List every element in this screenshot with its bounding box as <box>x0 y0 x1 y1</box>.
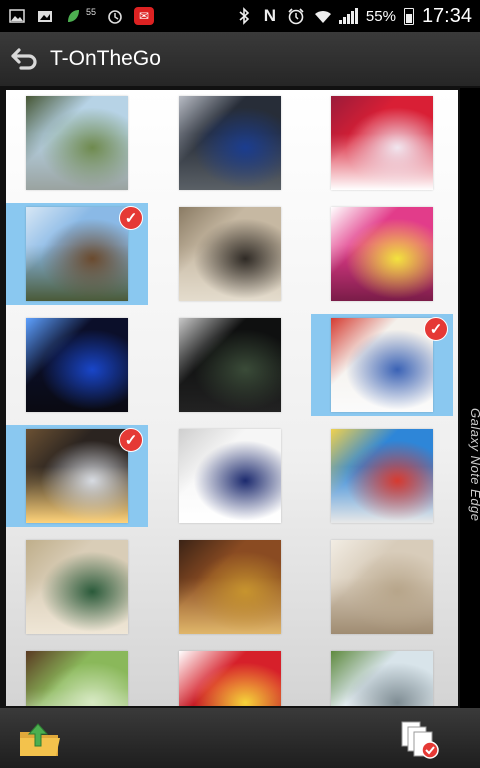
photo-cell-congee-bowl[interactable] <box>6 536 148 638</box>
photo-cell-noodle-soup-bowls[interactable] <box>159 536 301 638</box>
bluetooth-icon <box>235 7 253 25</box>
photo-cell-gundam-curry-pack[interactable] <box>311 425 453 527</box>
photo-thumbnail <box>331 429 433 523</box>
photo-thumbnail <box>331 96 433 190</box>
alarm-clock-icon <box>287 7 305 25</box>
photo-cell-city-skyline[interactable] <box>311 647 453 706</box>
selected-check-icon: ✓ <box>119 428 143 452</box>
battery-percent: 55% <box>365 7 396 25</box>
photo-thumbnail <box>179 318 281 412</box>
photo-thumbnail <box>179 207 281 301</box>
photo-thumbnail <box>179 96 281 190</box>
app-title: T-OnTheGo <box>50 47 161 70</box>
battery-icon <box>403 7 414 25</box>
copy-selected-button[interactable] <box>398 720 444 760</box>
photo-cell-statue-crane[interactable]: ✓ <box>6 203 148 305</box>
back-button[interactable] <box>0 31 48 87</box>
photo-cell-gundam-curry-box[interactable]: ✓ <box>311 314 453 416</box>
photo-cell-white-car-showroom[interactable]: ✓ <box>6 425 148 527</box>
leaf-icon <box>64 7 82 25</box>
photo-gallery: ✓ ✓ ✓ <box>6 90 458 706</box>
back-arrow-icon <box>11 48 37 70</box>
selected-check-icon: ✓ <box>119 206 143 230</box>
photo-thumbnail <box>331 540 433 634</box>
photo-thumbnail <box>26 207 128 301</box>
photo-cell-gundam-curry-back[interactable] <box>159 425 301 527</box>
photo-thumbnail <box>26 429 128 523</box>
photo-thumbnail <box>179 651 281 706</box>
bottom-bar <box>0 708 480 768</box>
notification-count: 55 <box>86 7 97 17</box>
photo-thumbnail <box>26 96 128 190</box>
photo-thumbnail <box>26 651 128 706</box>
nfc-icon: N <box>263 6 277 25</box>
wifi-icon <box>313 7 331 25</box>
photo-cell-temple-landscape[interactable] <box>6 92 148 194</box>
signal-icon <box>338 8 358 24</box>
photo-thumbnail <box>179 429 281 523</box>
photo-cell-cafe-interior[interactable] <box>159 203 301 305</box>
photo-thumbnail <box>26 318 128 412</box>
selected-check-icon: ✓ <box>424 317 448 341</box>
mail-icon: ✉ <box>134 7 155 25</box>
photo-thumbnail <box>331 207 433 301</box>
photo-cell-curry-rice-plate[interactable] <box>311 536 453 638</box>
clock-time: 17:34 <box>421 4 472 27</box>
app-bar: T-OnTheGo <box>0 32 480 88</box>
copy-selected-icon <box>401 721 439 759</box>
edge-label: Galaxy Note Edge <box>468 408 480 522</box>
status-bar: 55 ✉ N 55% 17:34 <box>0 0 480 32</box>
photo-thumbnail <box>331 651 433 706</box>
photo-cell-snack-bags[interactable] <box>311 92 453 194</box>
upload-folder-icon <box>20 723 60 756</box>
photo-cell-anime-poster[interactable] <box>159 314 301 416</box>
upload-button[interactable] <box>18 720 62 758</box>
edge-panel: Galaxy Note Edge <box>460 88 480 708</box>
photo-thumbnail <box>26 540 128 634</box>
photo-cell-blue-train-station[interactable] <box>159 92 301 194</box>
photo-cell-salad-market[interactable] <box>6 647 148 706</box>
photo-icon <box>36 7 54 25</box>
photo-thumbnail <box>331 318 433 412</box>
photo-thumbnail <box>179 540 281 634</box>
photo-cell-blue-bridge-night[interactable] <box>6 314 148 416</box>
alarm-icon <box>106 7 124 25</box>
photo-cell-spicy-chips-bag[interactable] <box>159 647 301 706</box>
photo-cell-pink-snack-bag[interactable] <box>311 203 453 305</box>
gallery-icon <box>8 7 26 25</box>
